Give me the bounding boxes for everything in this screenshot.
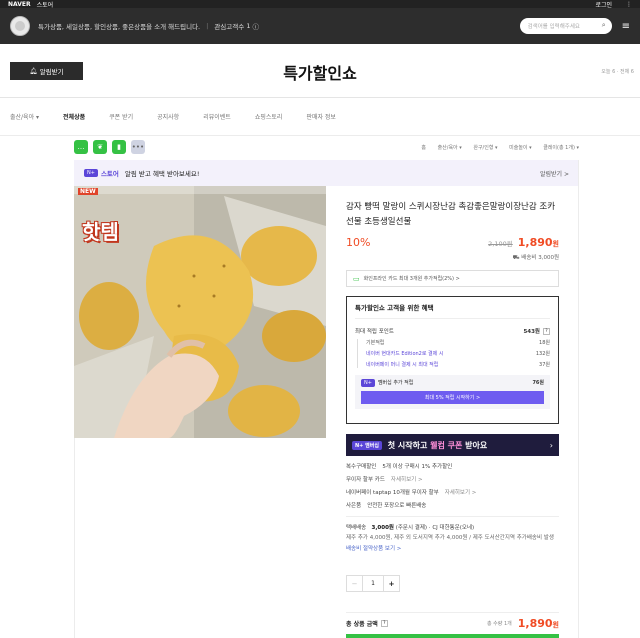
nav-item-category[interactable]: 출산/육아 ▾ bbox=[10, 112, 39, 121]
share-toolbar: … ❦ ▮ ••• 홈 출산/육아 ▾ 완구/인형 ▾ 미술놀이 ▾ 클레이(총… bbox=[74, 138, 579, 156]
breadcrumb-home[interactable]: 홈 bbox=[421, 145, 426, 151]
points-breakdown: 기본적립 18원 네이버 현대카드 Edition2로 결제 시 132원 네이… bbox=[357, 339, 550, 368]
membership-label: 멤버십 추가 적립 bbox=[377, 380, 414, 386]
shipping-note: 제주 추가 4,000원, 제주 외 도서지역 추가 4,000원 / 제주 도… bbox=[346, 535, 554, 541]
interest-count: 1 bbox=[246, 22, 251, 30]
membership-badge: N+ 멤버십 bbox=[352, 440, 382, 450]
breadcrumb-level-4[interactable]: 클레이(총 1개) ▾ bbox=[543, 145, 579, 151]
nav-item-seller-info[interactable]: 판매자 정보 bbox=[306, 112, 336, 121]
points-row-money: 네이버페이 머니 결제 시 최대 적립 37원 bbox=[366, 361, 550, 368]
store-tagline: 특가상품, 세일상품, 할인상품, 좋은상품을 소개 해드립니다. bbox=[38, 23, 201, 31]
search-input[interactable]: 검색어를 입력해주세요 ⌕ bbox=[519, 18, 612, 34]
save-shipping-link[interactable]: 배송비 절약상품 보기 > bbox=[346, 544, 559, 552]
quantity-stepper: − 1 + bbox=[346, 575, 400, 592]
naver-plus-badge: N+ bbox=[361, 379, 375, 387]
help-icon[interactable]: ? bbox=[543, 327, 550, 335]
shipping-fee: ⛟ 배송비 3,000원 bbox=[512, 255, 559, 261]
max-points-value: 543원 bbox=[523, 329, 540, 335]
discount-rate: 10% bbox=[346, 236, 371, 249]
increase-button[interactable]: + bbox=[383, 575, 400, 592]
store-header: 🔔︎ 알림받기 특가할인쇼 오늘 6 · 전체 6 bbox=[0, 44, 640, 98]
benefit-box: 특가할인쇼 고객을 위한 혜택 최대 적립 포인트 543원 ? 기본적립 18… bbox=[346, 296, 559, 424]
bookmark-icon[interactable]: ▮ bbox=[112, 140, 126, 154]
membership-row: N+ 멤버십 추가 적립 76원 bbox=[361, 379, 544, 387]
total-label: 총 상품 금액 bbox=[346, 621, 378, 628]
detail-row-gift: 사은품 안전한 포장으로 빠른배송 bbox=[346, 503, 427, 509]
max-points-row: 최대 적립 포인트 543원 ? bbox=[355, 327, 550, 335]
breadcrumb-level-1[interactable]: 출산/육아 ▾ bbox=[438, 145, 462, 151]
divider bbox=[74, 438, 75, 638]
points-row-basic: 기본적립 18원 bbox=[366, 340, 550, 346]
details-link[interactable]: 자세히보기 > bbox=[445, 488, 477, 496]
original-price: 2,100원 bbox=[488, 240, 513, 248]
naverpay-money-link[interactable]: 네이버페이 머니 결제 시 최대 적립 bbox=[366, 361, 438, 368]
hyundai-card-link[interactable]: 네이버 현대카드 Edition2로 결제 시 bbox=[366, 350, 443, 357]
card-benefit-text: 화인프라인 카드 최대 3개원 추가적립(2%) > bbox=[363, 276, 460, 282]
avatar[interactable] bbox=[10, 16, 30, 36]
divider bbox=[578, 160, 579, 638]
product-image[interactable]: NEW 핫템 bbox=[74, 186, 326, 438]
store-name[interactable]: 특가할인쇼 bbox=[0, 60, 640, 84]
notification-banner: N+ 스토어 알림 받고 혜택 받아보세요! 알림받기 > bbox=[74, 160, 579, 186]
decrease-button[interactable]: − bbox=[346, 575, 363, 592]
details-link[interactable]: 자세히보기 > bbox=[391, 475, 423, 483]
shipping-section: 택배배송 3,000원 (주문시 결제) · CJ 대한통운(오네) 제주 추가… bbox=[346, 516, 559, 552]
benefit-heading: 특가할인쇼 고객을 위한 혜택 bbox=[355, 297, 550, 319]
banner-alarm-link[interactable]: 알림받기 > bbox=[540, 169, 569, 178]
quantity-input[interactable]: 1 bbox=[363, 575, 383, 592]
total-row: 총 상품 금액 ? 총 수량 1개 1,890원 bbox=[346, 612, 559, 630]
visitor-count: 오늘 6 · 전체 6 bbox=[601, 69, 634, 75]
product-title: 감자 빵떡 말랑이 스퀴시장난감 촉감좋은말랑이장난감 조카선물 초등생일선물 bbox=[346, 202, 556, 227]
naver-plus-badge: N+ bbox=[84, 169, 98, 177]
max-points-label: 최대 적립 포인트 bbox=[355, 329, 394, 335]
new-badge: NEW bbox=[78, 188, 98, 195]
hamburger-icon[interactable]: ≡ bbox=[622, 21, 630, 32]
nav-item-review-event[interactable]: 리뷰이벤트 bbox=[203, 112, 231, 121]
help-icon[interactable]: ? bbox=[380, 620, 388, 627]
more-icon[interactable]: ••• bbox=[131, 140, 145, 154]
card-benefit-box[interactable]: ▭ 화인프라인 카드 최대 3개원 추가적립(2%) > bbox=[346, 270, 559, 287]
chevron-right-icon: › bbox=[549, 440, 553, 450]
store-info-bar: 특가상품, 세일상품, 할인상품, 좋은상품을 소개 해드립니다. | 관심고객… bbox=[0, 8, 640, 44]
interest-label: 관심고객수 bbox=[214, 23, 245, 31]
global-top-bar: NAVER 스토어 로그인 ⋮ bbox=[0, 0, 640, 9]
search-icon[interactable]: ⌕ bbox=[602, 21, 606, 30]
buy-button[interactable] bbox=[346, 634, 559, 638]
truck-icon: ⛟ bbox=[512, 255, 522, 261]
talk-icon[interactable]: … bbox=[74, 140, 88, 154]
membership-value: 76원 bbox=[532, 380, 544, 386]
info-icon[interactable]: ⓘ bbox=[253, 21, 260, 31]
search-placeholder: 검색어를 입력해주세요 bbox=[527, 24, 580, 30]
nav-item-coupon[interactable]: 쿠폰 받기 bbox=[109, 112, 133, 121]
breadcrumb: 홈 출산/육아 ▾ 완구/인형 ▾ 미술놀이 ▾ 클레이(총 1개) ▾ bbox=[411, 144, 579, 151]
storeer-label: 스토어 bbox=[100, 170, 119, 178]
membership-box: N+ 멤버십 추가 적립 76원 최대 5% 적립 시작하기 > bbox=[355, 375, 550, 409]
banner-message: 알림 받고 혜택 받아보세요! bbox=[124, 170, 200, 178]
naver-logo[interactable]: NAVER bbox=[8, 1, 31, 8]
detail-row-multi-discount: 복수구매할인 5개 이상 구매시 1% 추가할인 bbox=[346, 464, 453, 470]
total-amount: 1,890원 bbox=[517, 617, 559, 630]
nav-item-notice[interactable]: 공지사항 bbox=[157, 112, 179, 121]
nav-item-all-products[interactable]: 전체상품 bbox=[63, 112, 85, 121]
menu-icon[interactable]: ⋮ bbox=[626, 1, 632, 8]
detail-row-interest-free: 무이자 할부 카드 자세히보기 > bbox=[346, 475, 423, 483]
purchase-details: 복수구매할인 5개 이상 구매시 1% 추가할인 무이자 할부 카드 자세히보기 >… bbox=[346, 462, 559, 514]
hot-item-label: 핫템 bbox=[82, 220, 119, 244]
breadcrumb-level-2[interactable]: 완구/인형 ▾ bbox=[473, 145, 497, 151]
shipping-line: 택배배송 3,000원 (주문시 결제) · CJ 대한통운(오네) bbox=[346, 525, 475, 531]
breadcrumb-level-3[interactable]: 미술놀이 ▾ bbox=[509, 145, 532, 151]
product-info: 감자 빵떡 말랑이 스퀴시장난감 촉감좋은말랑이장난감 조카선물 초등생일선물 … bbox=[346, 200, 559, 287]
card-icon: ▭ bbox=[353, 274, 360, 283]
total-count: 총 수량 1개 bbox=[486, 621, 512, 627]
category-nav: 출산/육아 ▾ 전체상품 쿠폰 받기 공지사항 리뷰이벤트 쇼핑스토리 판매자 … bbox=[0, 98, 640, 136]
nav-item-shopping-story[interactable]: 쇼핑스토리 bbox=[255, 112, 283, 121]
points-row-card: 네이버 현대카드 Edition2로 결제 시 132원 bbox=[366, 350, 550, 357]
detail-row-taptap: 네이버페이 taptap 10개월 무이자 할부 자세히보기 > bbox=[346, 488, 477, 496]
membership-start-button[interactable]: 최대 5% 적립 시작하기 > bbox=[361, 391, 544, 404]
leaf-icon[interactable]: ❦ bbox=[93, 140, 107, 154]
price-row: 10% 2,100원 1,890원 bbox=[346, 236, 559, 249]
sale-price: 1,890원 bbox=[517, 236, 559, 249]
membership-promo-banner[interactable]: N+ 멤버십 첫 시작하고 웰컴 쿠폰 받아요 › bbox=[346, 434, 559, 456]
